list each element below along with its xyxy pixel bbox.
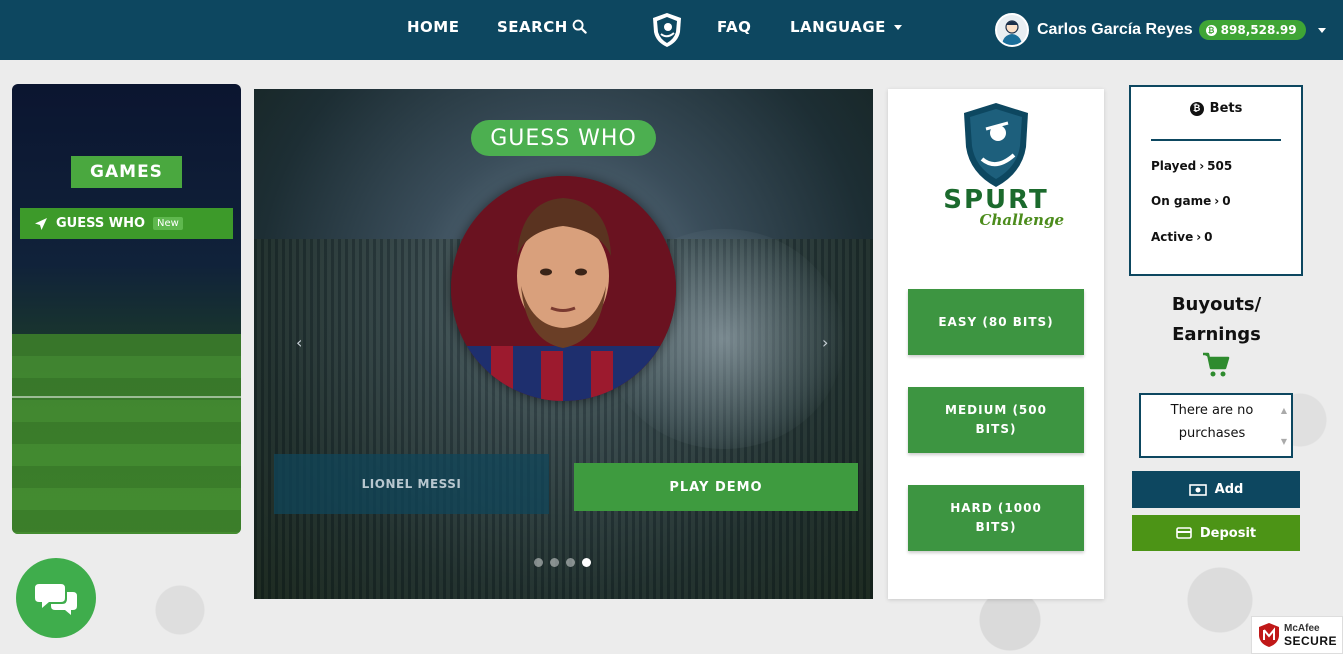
deposit-button-label: Deposit <box>1199 525 1257 541</box>
buyouts-line1: Buyouts/ <box>1171 294 1262 315</box>
carousel-title: GUESS WHO <box>471 120 656 156</box>
brand-sub: Challenge <box>979 211 1064 229</box>
bets-title-label: Bets <box>1209 101 1243 116</box>
games-item-label: GUESS WHO <box>56 216 146 231</box>
stat-active-label: Active <box>1151 230 1194 244</box>
carousel-prev-arrow[interactable]: ‹ <box>296 333 302 352</box>
stat-on-game: On game › 0 <box>1151 194 1231 208</box>
chevron-right-icon: › <box>1196 230 1202 244</box>
hard-button[interactable]: HARD (1000 BITS) <box>908 485 1084 551</box>
purchases-list[interactable]: There are no purchases ▲ ▼ <box>1139 393 1293 458</box>
games-panel: GAMES GUESS WHO New <box>12 84 241 534</box>
carousel-next-arrow[interactable]: › <box>822 333 828 352</box>
stat-on-game-label: On game <box>1151 194 1212 208</box>
carousel-dot[interactable] <box>566 558 575 567</box>
chevron-down-icon <box>893 25 902 30</box>
easy-button[interactable]: EASY (80 BITS) <box>908 289 1084 355</box>
nav-faq-link[interactable]: FAQ <box>717 18 751 36</box>
buyouts-heading: Buyouts/ Earnings <box>1140 290 1293 350</box>
field-line <box>12 396 241 398</box>
nav-language-dropdown[interactable]: LANGUAGE <box>790 18 902 36</box>
search-icon <box>572 19 587 34</box>
purchases-empty-text: There are no purchases <box>1170 403 1254 441</box>
games-title: GAMES <box>71 156 182 188</box>
carousel-dot-active[interactable] <box>582 558 591 567</box>
add-button[interactable]: Add <box>1132 471 1300 508</box>
stat-played-value: 505 <box>1207 159 1233 173</box>
bitcoin-icon: ₿ <box>1205 24 1217 36</box>
game-carousel: GUESS WHO ‹ › LIONEL MESSI PLAY DEMO <box>254 89 873 599</box>
deposit-button[interactable]: Deposit <box>1132 515 1300 551</box>
mcafee-brand: McAfee <box>1284 622 1320 634</box>
carousel-dot[interactable] <box>550 558 559 567</box>
divider <box>1151 139 1281 141</box>
stat-played: Played › 505 <box>1151 159 1232 173</box>
top-navbar: HOME SEARCH FAQ LANGUAGE Carlos García R… <box>0 0 1343 60</box>
bets-title: ₿ Bets <box>1131 101 1301 116</box>
field-background <box>12 334 241 534</box>
balance-value: 898,528.99 <box>1220 23 1297 37</box>
stat-active-value: 0 <box>1204 230 1213 244</box>
player-photo <box>451 176 676 401</box>
games-item-guess-who[interactable]: GUESS WHO New <box>20 208 233 239</box>
chevron-right-icon: › <box>1199 159 1205 173</box>
nav-home-link[interactable]: HOME <box>407 18 459 36</box>
mcafee-badge[interactable]: McAfee SECURE <box>1251 616 1343 654</box>
nav-language-label: LANGUAGE <box>790 18 886 36</box>
shield-logo-icon[interactable] <box>650 12 684 48</box>
avatar <box>995 13 1029 47</box>
mcafee-secure: SECURE <box>1284 633 1338 648</box>
player-portrait <box>451 176 676 401</box>
paper-plane-icon <box>35 217 47 230</box>
chevron-down-icon[interactable] <box>1317 27 1326 33</box>
difficulty-panel: SPURT Challenge EASY (80 BITS) MEDIUM (5… <box>888 89 1104 599</box>
play-demo-button[interactable]: PLAY DEMO <box>574 463 858 511</box>
chat-icon <box>35 584 77 615</box>
buyouts-line2: Earnings <box>1172 324 1261 345</box>
add-button-label: Add <box>1214 482 1244 497</box>
mcafee-shield-icon <box>1259 623 1279 647</box>
medium-button[interactable]: MEDIUM (500 BITS) <box>908 387 1084 453</box>
answer-box: LIONEL MESSI <box>274 454 549 514</box>
user-avatar-icon <box>1002 20 1022 45</box>
carousel-dot[interactable] <box>534 558 543 567</box>
carousel-indicators <box>534 558 591 567</box>
new-badge: New <box>153 217 183 230</box>
credit-card-icon <box>1176 527 1192 539</box>
bitcoin-icon: ₿ <box>1189 101 1204 116</box>
bets-box: ₿ Bets Played › 505 On game › 0 Active › 0 <box>1129 85 1303 276</box>
stat-on-game-value: 0 <box>1222 194 1231 208</box>
stat-active: Active › 0 <box>1151 230 1213 244</box>
scrollbar[interactable]: ▲ ▼ <box>1280 399 1288 453</box>
chevron-right-icon: › <box>1214 194 1220 208</box>
user-name: Carlos García Reyes <box>1037 21 1193 38</box>
cart-icon <box>1203 352 1230 377</box>
chat-button[interactable] <box>16 558 96 638</box>
user-menu[interactable]: Carlos García Reyes ₿ 898,528.99 <box>995 12 1326 48</box>
balance-badge: ₿ 898,528.99 <box>1198 20 1306 40</box>
nav-search-label: SEARCH <box>497 18 568 36</box>
nav-search-link[interactable]: SEARCH <box>497 18 587 36</box>
cash-icon <box>1188 483 1207 496</box>
stat-played-label: Played <box>1151 159 1197 173</box>
